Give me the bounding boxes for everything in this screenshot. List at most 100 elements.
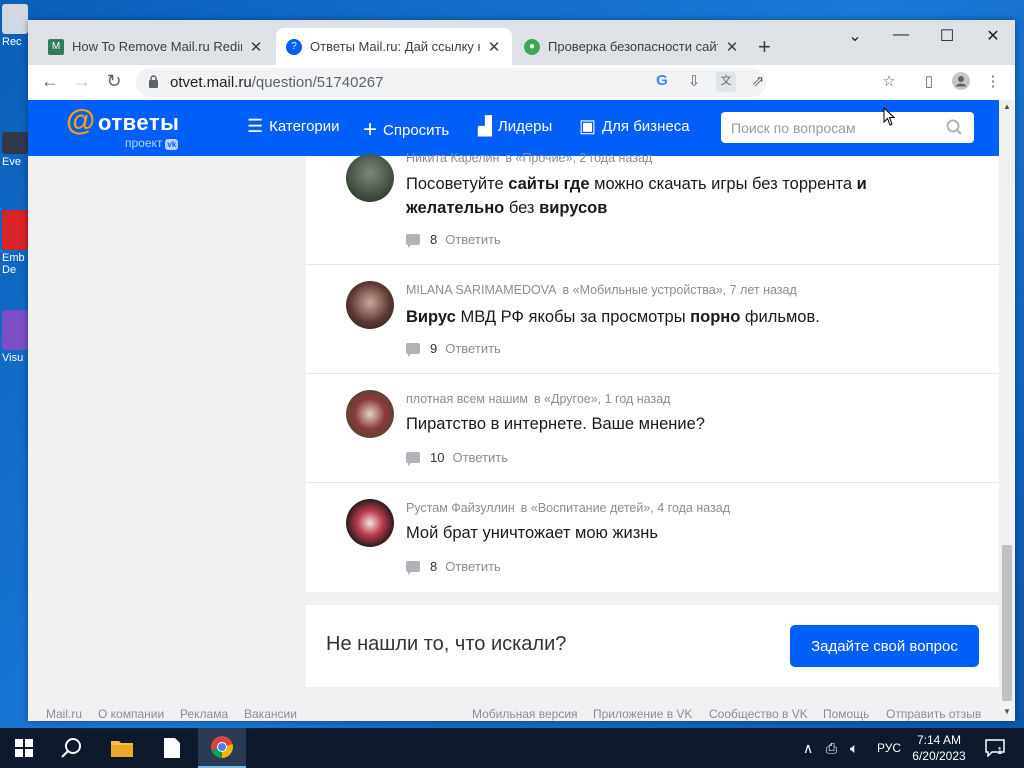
language-indicator[interactable]: РУС: [877, 728, 901, 768]
nav-business[interactable]: ▣ Для бизнеса: [579, 116, 690, 137]
question-title[interactable]: Посоветуйте сайты где можно скачать игры…: [406, 172, 966, 220]
embarcadero-icon: [2, 210, 28, 250]
visual-studio-icon: [2, 310, 28, 350]
tab-otvety[interactable]: ? Ответы Mail.ru: Дай ссылку на с ✕: [276, 28, 512, 65]
reply-link[interactable]: Ответить: [452, 450, 508, 465]
question-title[interactable]: Вирус МВД РФ якобы за просмотры порно фи…: [406, 305, 966, 329]
question-item[interactable]: MILANA SARIMAMEDOVA в «Мобильные устройст…: [306, 265, 999, 374]
taskbar-clock[interactable]: 7:14 AM 6/20/2023: [908, 732, 970, 764]
minimize-button[interactable]: —: [878, 26, 924, 44]
desktop-icon-visual-studio[interactable]: Visu: [2, 310, 28, 364]
question-title[interactable]: Пиратство в интернете. Ваше мнение?: [406, 412, 966, 436]
page-scrollbar[interactable]: ▲ ▼: [999, 100, 1015, 721]
notifications-icon[interactable]: 1: [985, 728, 1005, 768]
footer-link-about[interactable]: О компании: [98, 707, 164, 721]
scrollbar-thumb[interactable]: [1002, 545, 1012, 701]
kaspersky-icon: ●: [524, 38, 540, 55]
network-icon[interactable]: ⎙: [826, 728, 837, 768]
reply-link[interactable]: Ответить: [445, 341, 501, 356]
close-tab-icon[interactable]: ✕: [486, 38, 502, 56]
author-name[interactable]: MILANA SARIMAMEDOVA: [406, 283, 557, 297]
user-avatar[interactable]: [346, 281, 394, 329]
chrome-icon: [211, 736, 233, 758]
mouse-cursor-icon: [883, 107, 895, 126]
maximize-button[interactable]: ☐: [924, 26, 970, 46]
share-icon[interactable]: ⇗: [748, 72, 768, 92]
desktop-icon-embarcadero[interactable]: Emb De: [2, 210, 28, 276]
google-icon[interactable]: G: [652, 72, 672, 92]
otvety-icon: ?: [286, 38, 302, 55]
scroll-up-arrow-icon[interactable]: ▲: [999, 102, 1015, 111]
desktop-icon-eve[interactable]: Eve: [2, 132, 28, 168]
author-name[interactable]: плотная всем нашим: [406, 392, 528, 406]
file-explorer-button[interactable]: [98, 728, 146, 768]
tab-malwaretips[interactable]: M How To Remove Mail.ru Redirect ✕: [38, 28, 274, 65]
question-title-fragment: Мой брат уничтожает мою жизнь: [406, 524, 659, 542]
reply-link[interactable]: Ответить: [445, 232, 501, 247]
desktop-icon-label: Emb De: [2, 252, 25, 276]
nav-categories[interactable]: ☰ Категории: [247, 116, 340, 137]
question-title-fragment: МВД РФ якобы за просмотры: [455, 308, 691, 326]
question-category[interactable]: в «Мобильные устройства»: [563, 283, 723, 297]
translate-icon[interactable]: 文: [716, 72, 736, 92]
reload-icon[interactable]: ↻: [102, 71, 126, 92]
footer-link-help[interactable]: Помощь: [823, 707, 869, 721]
logo-sub: проект vk: [125, 136, 179, 150]
forward-arrow-icon[interactable]: →: [70, 71, 94, 92]
tray-show-hidden-icon[interactable]: ∧: [803, 728, 813, 768]
question-item[interactable]: Никита Карелин в «Прочие», 2 года назад П…: [306, 136, 999, 265]
answer-count: 10: [430, 450, 445, 465]
side-panel-icon[interactable]: ▯: [919, 72, 939, 92]
tab-site-check[interactable]: ● Проверка безопасности сайтов ✕: [514, 28, 750, 65]
footer-link-vk-community[interactable]: Сообщество в VK: [709, 707, 808, 721]
profile-avatar-icon[interactable]: [951, 72, 971, 92]
chrome-taskbar-button[interactable]: [198, 728, 246, 768]
user-avatar[interactable]: [346, 499, 394, 547]
close-tab-icon[interactable]: ✕: [724, 38, 740, 56]
taskbar-search-button[interactable]: [48, 728, 96, 768]
footer-link-mailru[interactable]: Mail.ru: [46, 707, 82, 721]
question-category[interactable]: в «Прочие»: [505, 151, 572, 165]
author-name[interactable]: Рустам Файзуллин: [406, 501, 515, 515]
footer-link-feedback[interactable]: Отправить отзыв: [886, 707, 981, 721]
question-time: , 4 года назад: [650, 501, 731, 515]
question-item[interactable]: Рустам Файзуллин в «Воспитание детей», 4 …: [306, 483, 999, 592]
back-arrow-icon[interactable]: ←: [38, 71, 62, 92]
question-category[interactable]: в «Другое»: [534, 392, 598, 406]
close-tab-icon[interactable]: ✕: [248, 38, 264, 56]
new-tab-button[interactable]: +: [758, 34, 771, 60]
scroll-down-arrow-icon[interactable]: ▼: [999, 707, 1015, 716]
reply-link[interactable]: Ответить: [445, 559, 501, 574]
question-title-fragment: Вирус: [406, 308, 456, 326]
footer-link-jobs[interactable]: Вакансии: [244, 707, 297, 721]
footer-link-ads[interactable]: Реклама: [180, 707, 228, 721]
menu-kebab-icon[interactable]: ⋮: [983, 72, 1003, 92]
ask-question-button[interactable]: Задайте свой вопрос: [790, 625, 979, 667]
question-category[interactable]: в «Воспитание детей»: [521, 501, 651, 515]
nav-leaders[interactable]: ▟ Лидеры: [478, 116, 552, 137]
address-bar[interactable]: otvet.mail.ru/question/51740267 G ⇩ 文 ⇗: [136, 68, 766, 97]
tab-search-button[interactable]: ⌄: [832, 26, 878, 46]
logo-sub-text: проект: [125, 136, 163, 150]
comments-icon: [406, 234, 420, 248]
author-name[interactable]: Никита Карелин: [406, 151, 499, 165]
user-avatar[interactable]: [346, 390, 394, 438]
close-window-button[interactable]: ✕: [970, 26, 1016, 46]
volume-muted-icon[interactable]: 🔈︎: [850, 728, 858, 768]
search-icon[interactable]: [946, 119, 962, 135]
desktop-icon-recycle-bin[interactable]: Rec: [2, 4, 28, 48]
question-item[interactable]: плотная всем нашим в «Другое», 1 год наза…: [306, 374, 999, 483]
question-meta: Никита Карелин в «Прочие», 2 года назад: [406, 151, 652, 165]
notepad-button[interactable]: [148, 728, 196, 768]
bookmark-star-icon[interactable]: ☆: [879, 72, 899, 92]
start-button[interactable]: [0, 728, 48, 768]
list-icon: ☰: [247, 116, 264, 136]
footer-link-vk-app[interactable]: Приложение в VK: [593, 707, 692, 721]
install-app-icon[interactable]: ⇩: [684, 72, 704, 92]
user-avatar[interactable]: [346, 154, 394, 202]
question-meta: плотная всем нашим в «Другое», 1 год наза…: [406, 392, 670, 406]
footer-link-mobile[interactable]: Мобильная версия: [472, 707, 578, 721]
question-title[interactable]: Мой брат уничтожает мою жизнь: [406, 521, 966, 545]
clock-time: 7:14 AM: [916, 733, 962, 747]
document-icon: [164, 738, 180, 758]
